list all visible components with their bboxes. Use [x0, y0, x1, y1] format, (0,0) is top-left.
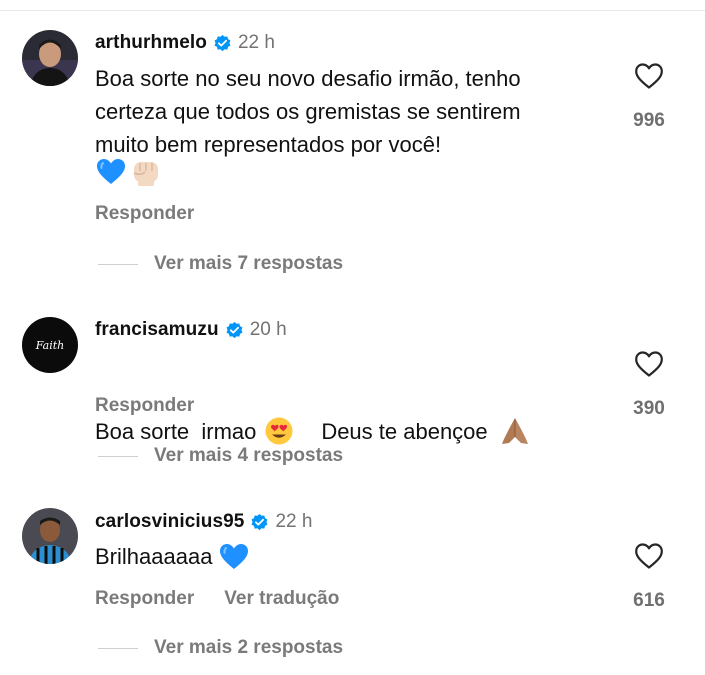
comment-text-line: certeza que todos os gremistas se sentir… — [95, 99, 521, 124]
comment-text-line: Boa sorte no seu novo desafio irmão, ten… — [95, 66, 521, 91]
replies-divider — [98, 263, 138, 265]
like-count: 390 — [633, 398, 665, 419]
view-more-replies-button[interactable]: Ver mais 7 respostas — [154, 253, 343, 275]
top-divider — [0, 10, 705, 11]
blue-heart-icon — [218, 541, 250, 573]
like-heart-icon[interactable] — [634, 350, 664, 378]
comment-text-part: Boa sorte irmao — [95, 418, 257, 444]
replies-divider — [98, 647, 138, 649]
username[interactable]: carlosvinicius95 — [95, 511, 244, 533]
blue-heart-icon — [95, 156, 127, 188]
timestamp: 22 h — [275, 511, 313, 532]
replies-divider — [98, 455, 138, 457]
avatar[interactable]: Faith — [22, 317, 78, 373]
like-heart-icon[interactable] — [634, 542, 664, 570]
reply-button[interactable]: Responder — [95, 203, 194, 225]
reply-button[interactable]: Responder — [95, 588, 194, 610]
verified-badge-icon — [225, 321, 244, 340]
avatar[interactable] — [22, 508, 78, 564]
verified-badge-icon — [213, 34, 232, 53]
avatar-photo — [22, 30, 78, 86]
username[interactable]: arthurhmelo — [95, 32, 207, 54]
comment-text-part: Brilhaaaaaa — [95, 544, 213, 569]
like-heart-icon[interactable] — [634, 62, 664, 90]
heart-eyes-emoji-icon — [264, 350, 313, 512]
comment-text: Boa sorte no seu novo desafio irmão, ten… — [95, 62, 521, 161]
view-more-replies-button[interactable]: Ver mais 2 respostas — [154, 637, 343, 659]
comments-screen: arthurhmelo 22 h Boa sorte no seu novo d… — [0, 0, 705, 675]
avatar-faith-text: Faith — [35, 339, 64, 352]
timestamp: 22 h — [237, 32, 275, 53]
reply-button[interactable]: Responder — [95, 395, 194, 417]
comment-text: Brilhaaaaaa — [95, 540, 250, 573]
fist-icon — [129, 156, 163, 188]
view-more-replies-button[interactable]: Ver mais 4 respostas — [154, 445, 343, 467]
timestamp: 20 h — [249, 319, 287, 340]
verified-badge-icon — [250, 513, 269, 532]
username[interactable]: francisamuzu — [95, 319, 219, 341]
avatar-photo: Faith — [22, 317, 78, 373]
like-count: 996 — [633, 110, 665, 131]
like-count: 616 — [633, 590, 665, 611]
avatar[interactable] — [22, 30, 78, 86]
comment-text: Boa sorte irmao Deus te abençoe — [95, 349, 547, 513]
comment-text-part: Deus te abençoe — [321, 418, 488, 444]
praying-hands-emoji-icon — [498, 349, 547, 513]
avatar-photo — [22, 508, 78, 564]
translate-button[interactable]: Ver tradução — [224, 588, 339, 610]
